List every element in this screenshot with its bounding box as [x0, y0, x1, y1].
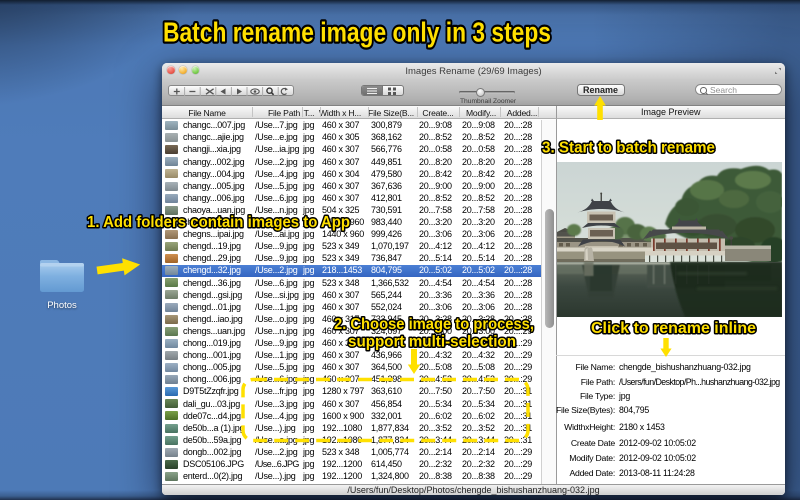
svg-text:Batch rename image only in 3 s: Batch rename image only in 3 steps: [163, 17, 551, 48]
